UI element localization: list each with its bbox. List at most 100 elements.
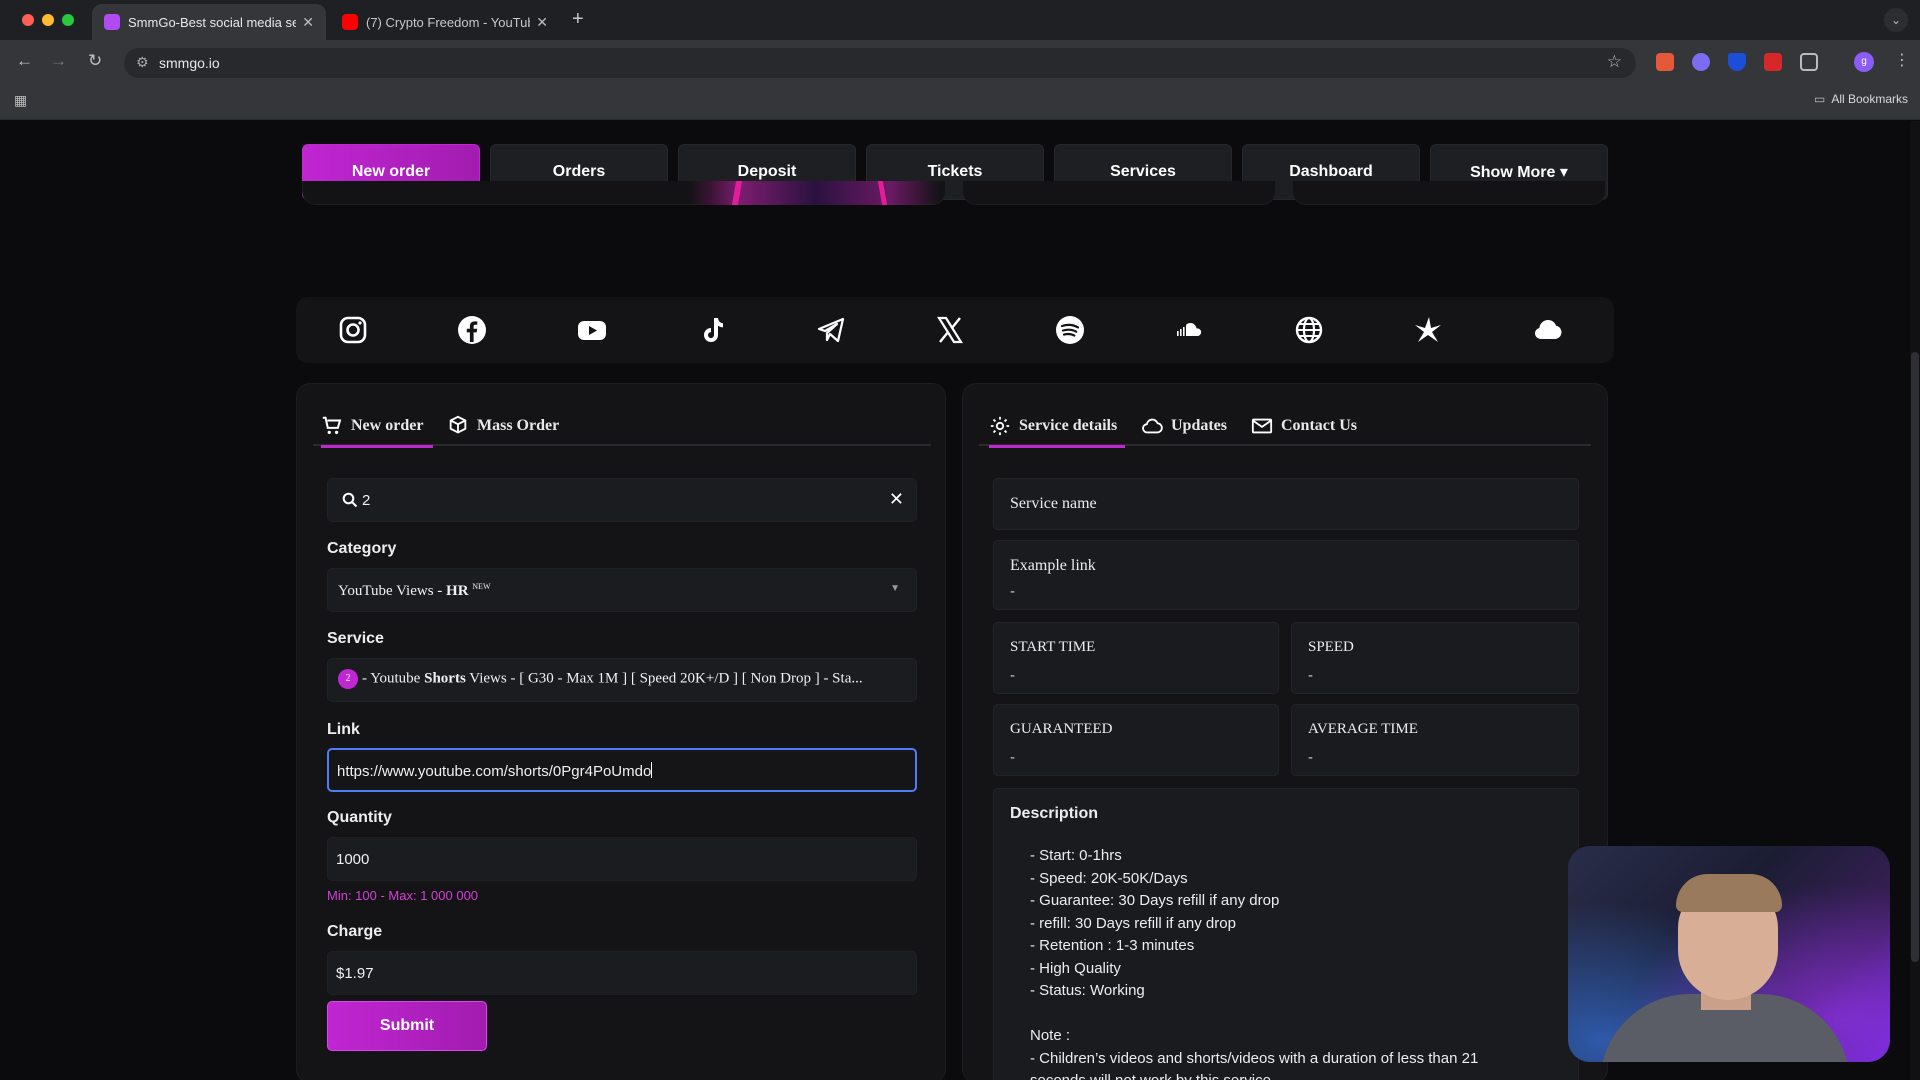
order-tabs: New order Mass Order <box>313 398 931 448</box>
category-value: YouTube Views - HR NEW <box>338 582 491 599</box>
link-label: Link <box>327 721 360 738</box>
extensions-puzzle-icon[interactable] <box>1800 53 1818 71</box>
guaranteed-box: GUARANTEED - <box>993 704 1279 776</box>
description-line: - Retention : 1-3 minutes <box>1030 937 1195 954</box>
speed-value: - <box>1308 667 1313 684</box>
facebook-icon[interactable] <box>455 313 489 347</box>
star-burst-icon[interactable] <box>1411 313 1445 347</box>
example-link-value: - <box>1010 583 1015 600</box>
apps-grid-icon[interactable]: ▦ <box>14 92 27 109</box>
tab-contact-us[interactable]: Contact Us <box>1251 408 1357 444</box>
tiktok-icon[interactable] <box>694 313 728 347</box>
youtube-icon[interactable] <box>575 313 609 347</box>
average-time-value: - <box>1308 749 1313 766</box>
tab-mass-order[interactable]: Mass Order <box>447 408 559 444</box>
telegram-icon[interactable] <box>814 313 848 347</box>
service-name-box: Service name <box>993 478 1579 530</box>
description-line: - High Quality <box>1030 959 1121 977</box>
extension-shield-icon[interactable] <box>1728 53 1746 71</box>
search-value: 2 <box>362 492 371 509</box>
tab-updates[interactable]: Updates <box>1141 408 1227 444</box>
start-time-box: START TIME - <box>993 622 1279 694</box>
example-link-box: Example link - <box>993 540 1579 610</box>
bookmarks-bar <box>0 84 1920 120</box>
maximize-window-button[interactable] <box>62 14 74 26</box>
link-value: https://www.youtube.com/shorts/0Pgr4PoUm… <box>337 762 653 780</box>
tab-new-order[interactable]: New order <box>321 408 433 448</box>
forward-icon[interactable]: → <box>50 51 67 71</box>
example-link-label: Example link <box>1010 557 1096 574</box>
cloud-icon <box>1142 418 1163 434</box>
folder-icon: ▭ <box>1813 92 1826 106</box>
description-line: seconds will not work by this service <box>1030 1070 1570 1080</box>
quantity-input[interactable]: 1000 <box>327 837 917 881</box>
tab-title: SmmGo-Best social media se <box>128 14 297 30</box>
submit-button[interactable]: Submit <box>327 1001 487 1051</box>
gear-icon <box>990 416 1010 436</box>
platform-filter-bar <box>296 297 1614 363</box>
description-line: - Children’s videos and shorts/videos wi… <box>1030 1049 1479 1067</box>
envelope-icon <box>1251 418 1273 434</box>
globe-icon[interactable] <box>1292 313 1326 347</box>
instagram-icon[interactable] <box>336 313 370 347</box>
clear-search-icon[interactable]: ✕ <box>889 489 904 510</box>
page-scrollbar-thumb[interactable] <box>1911 352 1919 962</box>
service-search-input[interactable]: 2 ✕ <box>327 478 917 522</box>
extension-fox-icon[interactable] <box>1656 53 1674 71</box>
banner-image-partial <box>690 181 940 205</box>
url-text[interactable]: smmgo.io <box>159 55 220 71</box>
tab-contact-us-label: Contact Us <box>1281 417 1357 434</box>
youtube-favicon-icon <box>342 14 358 30</box>
link-input[interactable]: https://www.youtube.com/shorts/0Pgr4PoUm… <box>327 748 917 792</box>
x-icon[interactable] <box>933 313 967 347</box>
description-line: - Start: 0-1hrs <box>1030 847 1122 864</box>
minimize-window-button[interactable] <box>42 14 54 26</box>
guaranteed-label: GUARANTEED <box>1010 721 1113 737</box>
all-bookmarks-button[interactable]: ▭ All Bookmarks <box>1814 92 1908 106</box>
category-label: Category <box>327 540 397 557</box>
search-icon <box>342 492 358 508</box>
description-line: - Speed: 20K-50K/Days <box>1030 869 1188 887</box>
speed-box: SPEED - <box>1291 622 1579 694</box>
profile-avatar[interactable]: g <box>1854 52 1874 72</box>
address-bar[interactable]: ⚙ smmgo.io ☆ <box>124 48 1636 78</box>
description-line: - Guarantee: 30 Days refill if any drop <box>1030 892 1280 909</box>
category-select[interactable]: YouTube Views - HR NEW ▼ <box>327 568 917 612</box>
close-window-button[interactable] <box>22 14 34 26</box>
tab-close-icon[interactable]: ✕ <box>302 14 314 31</box>
soundcloud-icon[interactable] <box>1172 313 1206 347</box>
average-time-label: AVERAGE TIME <box>1308 721 1418 737</box>
tab-service-details-label: Service details <box>1019 417 1118 434</box>
new-tab-button[interactable]: + <box>572 8 584 31</box>
service-name-label: Service name <box>1010 495 1097 512</box>
description-text: - Start: 0-1hrs - Speed: 20K-50K/Days - … <box>1030 845 1570 1080</box>
back-icon[interactable]: ← <box>16 51 33 71</box>
service-select[interactable]: 2- Youtube Shorts Views - [ G30 - Max 1M… <box>327 658 917 702</box>
tab-search-icon[interactable]: ⌄ <box>1884 8 1908 32</box>
description-line <box>1030 1003 1570 1026</box>
quantity-label: Quantity <box>327 809 392 826</box>
tab-service-details[interactable]: Service details <box>989 408 1125 448</box>
start-time-value: - <box>1010 667 1015 684</box>
extension-chat-icon[interactable] <box>1692 53 1710 71</box>
browser-tab-smmgo[interactable]: SmmGo-Best social media se ✕ <box>92 4 326 40</box>
browser-tab-youtube[interactable]: (7) Crypto Freedom - YouTub ✕ <box>330 4 560 40</box>
reload-icon[interactable]: ↻ <box>88 51 102 71</box>
cloud-icon[interactable] <box>1531 313 1565 347</box>
tab-updates-label: Updates <box>1171 417 1228 434</box>
charge-field: $1.97 <box>327 951 917 995</box>
browser-menu-icon[interactable]: ⋮ <box>1894 50 1910 70</box>
all-bookmarks-label: All Bookmarks <box>1831 92 1908 106</box>
stats-card-partial <box>962 181 1276 205</box>
tab-close-icon[interactable]: ✕ <box>536 14 548 31</box>
extension-calendar-icon[interactable] <box>1764 53 1782 71</box>
spotify-icon[interactable] <box>1053 313 1087 347</box>
quantity-value: 1000 <box>336 851 370 868</box>
description-box: Description - Start: 0-1hrs - Speed: 20K… <box>993 788 1579 1080</box>
average-time-box: AVERAGE TIME - <box>1291 704 1579 776</box>
description-line: Note : <box>1030 1027 1071 1044</box>
site-settings-icon[interactable]: ⚙ <box>136 54 149 71</box>
chevron-down-icon: ▼ <box>890 583 900 594</box>
bookmark-star-icon[interactable]: ☆ <box>1607 52 1622 72</box>
service-details-card: Service details Updates Contact Us Servi… <box>962 383 1608 1080</box>
